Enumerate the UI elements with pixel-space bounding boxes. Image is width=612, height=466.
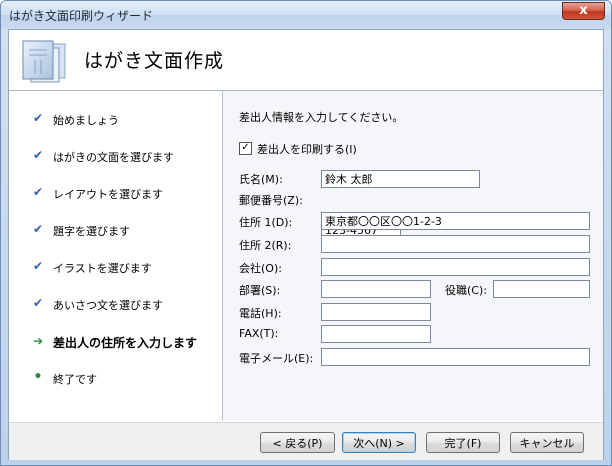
close-button[interactable]: x bbox=[562, 2, 605, 20]
department-label: 部署(S): bbox=[239, 284, 281, 297]
bullet-icon: • bbox=[33, 369, 43, 385]
name-field[interactable] bbox=[321, 170, 480, 188]
sender-form-panel: 差出人情報を入力してください。 ✓ 差出人を印刷する(I) 氏名(M): 郵便番… bbox=[223, 91, 603, 421]
email-label: 電子メール(E): bbox=[239, 352, 314, 365]
step-label: 終了です bbox=[53, 373, 97, 386]
address1-label: 住所 1(D): bbox=[239, 216, 293, 229]
fax-field[interactable] bbox=[321, 325, 431, 343]
step-item-finish: • 終了です bbox=[25, 370, 220, 390]
company-label: 会社(O): bbox=[239, 262, 282, 275]
postal-label: 郵便番号(Z): bbox=[239, 194, 303, 207]
title-field[interactable] bbox=[493, 280, 590, 298]
print-sender-checkbox[interactable]: ✓ bbox=[239, 142, 252, 155]
department-field[interactable] bbox=[321, 280, 431, 298]
step-label: 題字を選びます bbox=[53, 225, 130, 238]
step-item-choose-message: ✔ はがきの文面を選びます bbox=[25, 148, 220, 168]
step-item-choose-greeting: ✔ あいさつ文を選びます bbox=[25, 296, 220, 316]
fax-label: FAX(T): bbox=[239, 327, 279, 340]
phone-label: 電話(H): bbox=[239, 307, 282, 320]
check-icon: ✔ bbox=[32, 148, 44, 162]
next-button[interactable]: 次へ(N) > bbox=[342, 432, 416, 453]
wizard-header: はがき文面作成 bbox=[9, 30, 603, 91]
step-item-choose-heading: ✔ 題字を選びます bbox=[25, 222, 220, 242]
cancel-button[interactable]: キャンセル bbox=[510, 432, 584, 453]
address1-field[interactable] bbox=[321, 212, 590, 230]
company-field[interactable] bbox=[321, 258, 590, 276]
phone-field[interactable] bbox=[321, 303, 431, 321]
check-icon: ✔ bbox=[32, 222, 44, 236]
step-item-start: ✔ 始めましょう bbox=[25, 111, 220, 131]
step-label: はがきの文面を選びます bbox=[53, 151, 174, 164]
wizard-client-area: はがき文面作成 ✔ 始めましょう ✔ はがきの文面を選びます ✔ レイアウトを選… bbox=[8, 29, 604, 460]
step-label: イラストを選びます bbox=[53, 262, 152, 275]
form-instruction: 差出人情報を入力してください。 bbox=[239, 111, 404, 124]
address2-field[interactable] bbox=[321, 235, 590, 253]
name-label: 氏名(M): bbox=[239, 173, 283, 186]
print-sender-label[interactable]: 差出人を印刷する(I) bbox=[257, 141, 357, 157]
close-icon: x bbox=[579, 3, 588, 18]
step-label: レイアウトを選びます bbox=[53, 188, 163, 201]
wizard-button-bar: < 戻る(P) 次へ(N) > 完了(F) キャンセル bbox=[9, 422, 603, 460]
step-label: 始めましょう bbox=[53, 114, 119, 127]
step-label: 差出人の住所を入力します bbox=[53, 336, 198, 350]
email-field[interactable] bbox=[321, 348, 590, 366]
check-icon: ✔ bbox=[32, 111, 44, 125]
title-bar[interactable]: はがき文面印刷ウィザード x bbox=[1, 1, 611, 29]
window-title: はがき文面印刷ウィザード bbox=[9, 9, 154, 23]
step-item-choose-layout: ✔ レイアウトを選びます bbox=[25, 185, 220, 205]
check-icon: ✔ bbox=[32, 185, 44, 199]
step-item-sender-address: ➔ 差出人の住所を入力します bbox=[25, 334, 220, 354]
wizard-window: はがき文面印刷ウィザード x はがき文面作成 ✔ 始めましょう ✔ はがきの文面… bbox=[0, 0, 612, 466]
step-label: あいさつ文を選びます bbox=[53, 299, 163, 312]
address2-label: 住所 2(R): bbox=[239, 239, 292, 252]
wizard-step-list: ✔ 始めましょう ✔ はがきの文面を選びます ✔ レイアウトを選びます ✔ 題字… bbox=[9, 91, 223, 421]
step-item-choose-illustration: ✔ イラストを選びます bbox=[25, 259, 220, 279]
finish-button[interactable]: 完了(F) bbox=[426, 432, 500, 453]
title-label: 役職(C): bbox=[445, 284, 487, 297]
wizard-postcard-icon bbox=[21, 38, 69, 84]
page-title: はがき文面作成 bbox=[84, 50, 225, 72]
check-icon: ✔ bbox=[32, 259, 44, 273]
check-icon: ✔ bbox=[32, 296, 44, 310]
back-button[interactable]: < 戻る(P) bbox=[260, 432, 335, 453]
arrow-right-icon: ➔ bbox=[32, 334, 44, 348]
